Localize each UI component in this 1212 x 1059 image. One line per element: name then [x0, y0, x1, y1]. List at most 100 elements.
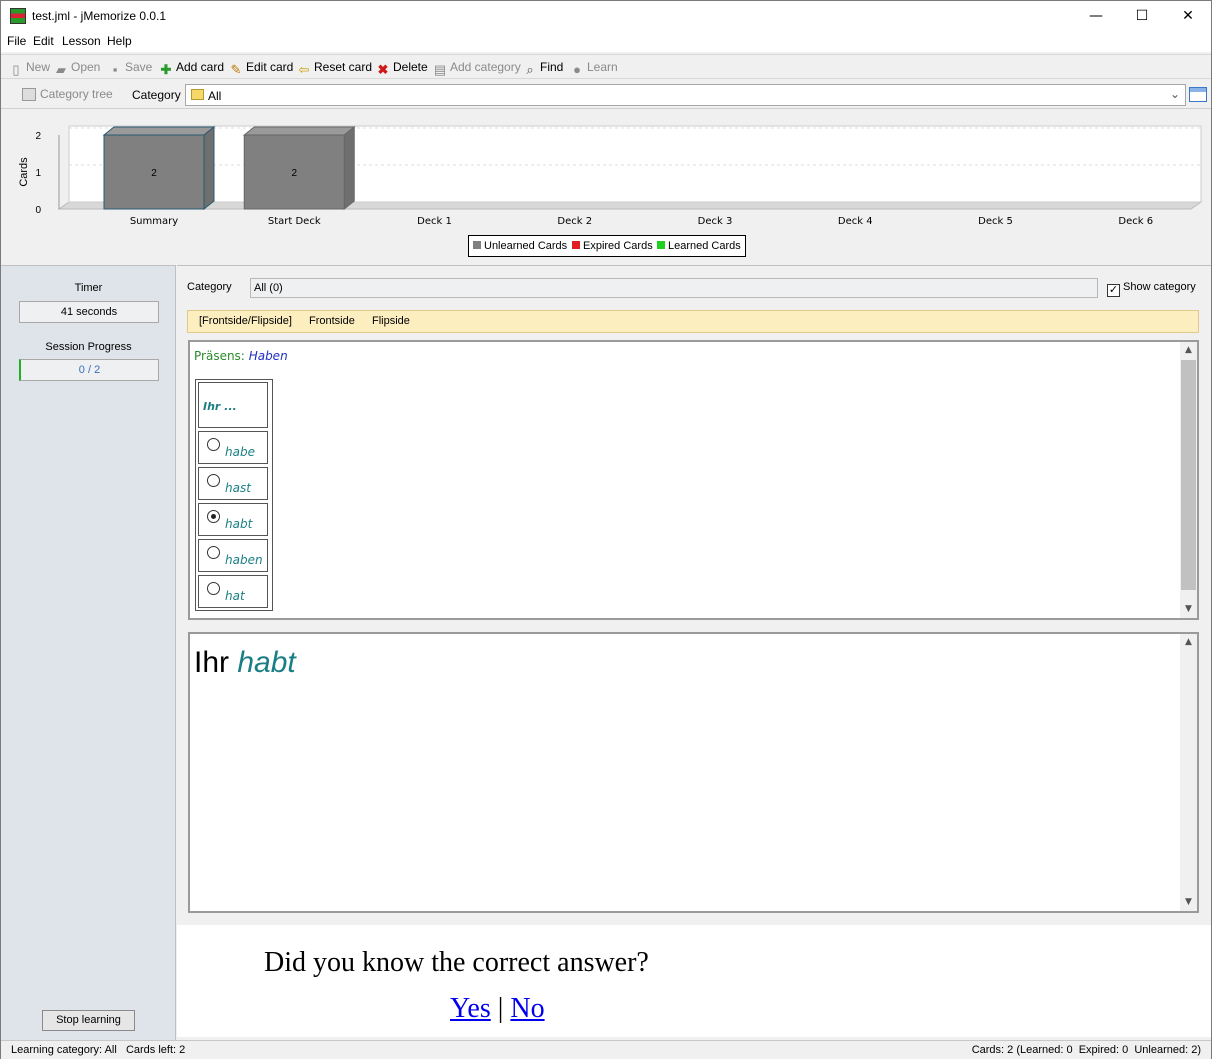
show-category-toggle[interactable]: ✓ Show category — [1107, 281, 1196, 297]
delete-button[interactable]: ✖ Delete — [376, 59, 428, 77]
y-tick-label: 1 — [35, 168, 41, 179]
menu-help[interactable]: Help — [107, 34, 132, 48]
tab-flipside[interactable]: Flipside — [372, 315, 410, 327]
category-tree-toggle[interactable]: Category tree — [22, 87, 113, 101]
radio-icon — [207, 582, 220, 595]
answer-links: Yes | No — [450, 993, 545, 1025]
floppy-icon: ▪ — [112, 62, 118, 77]
radio-icon — [207, 438, 220, 451]
menu-bar: File Edit Lesson Help — [1, 32, 1211, 52]
window-layout-button[interactable] — [1189, 87, 1207, 102]
session-progress-value: 0 / 2 — [78, 364, 101, 376]
legend-swatch-expired — [572, 241, 580, 249]
scroll-thumb[interactable] — [1181, 360, 1196, 590]
cards-stack-icon: ▤ — [433, 62, 447, 77]
edit-card-button[interactable]: ✎ Edit card — [229, 59, 294, 77]
choice-option[interactable]: haben — [198, 539, 268, 572]
folder-icon — [191, 89, 204, 100]
y-axis-label: Cards — [18, 157, 30, 187]
bar-side — [343, 125, 355, 211]
new-button[interactable]: ▯ New — [9, 59, 50, 77]
chart-plot-area — [68, 125, 1202, 203]
timer-value: 41 seconds — [19, 301, 159, 323]
close-button[interactable]: ✕ — [1165, 1, 1211, 32]
open-button[interactable]: ▰ Open — [54, 59, 100, 77]
status-left: Learning category: All Cards left: 2 — [11, 1044, 186, 1056]
status-right: Cards: 2 (Learned: 0 Expired: 0 Unlearne… — [971, 1044, 1201, 1056]
answer-verb: habt — [237, 646, 296, 679]
add-card-button[interactable]: ✚ Add card — [159, 59, 224, 77]
learn-button[interactable]: ● Learn — [570, 59, 618, 77]
maximize-button[interactable]: ☐ — [1119, 1, 1165, 32]
answer-question: Did you know the correct answer? — [264, 947, 649, 978]
save-button[interactable]: ▪ Save — [108, 59, 153, 77]
x-tick-label: Deck 2 — [557, 216, 592, 227]
document-icon: ▯ — [12, 62, 20, 77]
front-scrollbar[interactable]: ▲ ▼ — [1180, 342, 1197, 618]
learn-sidebar: Timer 41 seconds Session Progress 0 / 2 … — [1, 265, 176, 1040]
radio-icon — [207, 546, 220, 559]
tab-front-flip[interactable]: [Frontside/Flipside] — [199, 315, 292, 327]
plus-icon: ✚ — [160, 62, 172, 77]
bar-side — [203, 125, 215, 211]
menu-file[interactable]: File — [7, 34, 26, 48]
answer-choices: Ihr ... habe hast habt haben hat — [195, 379, 273, 611]
session-progress-bar: 0 / 2 — [19, 359, 159, 381]
radio-selected-icon — [207, 510, 220, 523]
chevron-down-icon: ⌄ — [1169, 87, 1180, 101]
tree-icon — [22, 88, 36, 101]
card-heading: Präsens: Haben — [194, 349, 288, 363]
scroll-up-icon[interactable]: ▲ — [1180, 634, 1197, 651]
choice-option[interactable]: hast — [198, 467, 268, 500]
x-tick-label: Start Deck — [268, 216, 321, 227]
bar-value-label: 2 — [291, 168, 297, 179]
y-tick-label: 2 — [35, 131, 41, 142]
search-icon: ⌕ — [526, 62, 534, 77]
answer-subject: Ihr — [194, 646, 230, 679]
deck-chart-svg: 0 1 2 Cards Summary 2 Start Deck 2 Deck 1 Deck 2… — [18, 125, 1203, 227]
choice-option[interactable]: hat — [198, 575, 268, 608]
tab-frontside[interactable]: Frontside — [309, 315, 355, 327]
choice-option[interactable]: habt — [198, 503, 268, 536]
no-link[interactable]: No — [510, 993, 544, 1024]
stop-learning-button[interactable]: Stop learning — [42, 1010, 135, 1031]
status-bar: Learning category: All Cards left: 2 Car… — [1, 1040, 1211, 1059]
reset-card-button[interactable]: ⇦ Reset card — [297, 59, 372, 77]
chart-floor — [57, 201, 1203, 210]
checkbox-checked-icon: ✓ — [1107, 284, 1120, 297]
y-tick-label: 0 — [35, 205, 41, 216]
x-tick-label: Deck 3 — [698, 216, 733, 227]
x-tick-label: Deck 4 — [838, 216, 873, 227]
menu-edit[interactable]: Edit — [33, 34, 54, 48]
tense-label: Präsens: — [194, 349, 245, 363]
card-category-label: Category — [187, 281, 232, 293]
bar-value-label: 2 — [151, 168, 157, 179]
x-tick-label: Summary — [130, 216, 178, 227]
bar-top — [242, 126, 356, 136]
app-logo-icon — [10, 8, 26, 24]
play-circle-icon: ● — [573, 62, 581, 77]
card-frontside: Präsens: Haben Ihr ... habe hast habt ha… — [188, 340, 1199, 620]
chart-legend: Unlearned Cards Expired Cards Learned Ca… — [468, 235, 746, 257]
scroll-down-icon[interactable]: ▼ — [1180, 601, 1197, 618]
link-separator: | — [497, 993, 504, 1024]
choices-prompt: Ihr ... — [198, 382, 268, 428]
scroll-up-icon[interactable]: ▲ — [1180, 342, 1197, 359]
radio-icon — [207, 474, 220, 487]
choice-option[interactable]: habe — [198, 431, 268, 464]
menu-lesson[interactable]: Lesson — [62, 34, 101, 48]
arrow-back-icon: ⇦ — [298, 62, 310, 77]
card-panel: Category All (0) ✓ Show category [Frontsi… — [177, 265, 1211, 925]
x-tick-label: Deck 6 — [1118, 216, 1153, 227]
legend-expired: Expired Cards — [572, 240, 653, 252]
yes-link[interactable]: Yes — [450, 993, 491, 1024]
category-dropdown[interactable]: All ⌄ — [185, 84, 1186, 106]
title-bar: test.jml - jMemorize 0.0.1 — ☐ ✕ — [1, 1, 1211, 32]
find-button[interactable]: ⌕ Find — [523, 59, 563, 77]
add-category-button[interactable]: ▤ Add category — [433, 59, 521, 77]
back-scrollbar[interactable]: ▲ ▼ — [1180, 634, 1197, 911]
toolbar: ▯ New ▰ Open ▪ Save ✚ Add card ✎ Edit card ⇦ R… — [1, 54, 1211, 79]
minimize-button[interactable]: — — [1073, 1, 1119, 32]
scroll-down-icon[interactable]: ▼ — [1180, 894, 1197, 911]
legend-swatch-unlearned — [473, 241, 481, 249]
